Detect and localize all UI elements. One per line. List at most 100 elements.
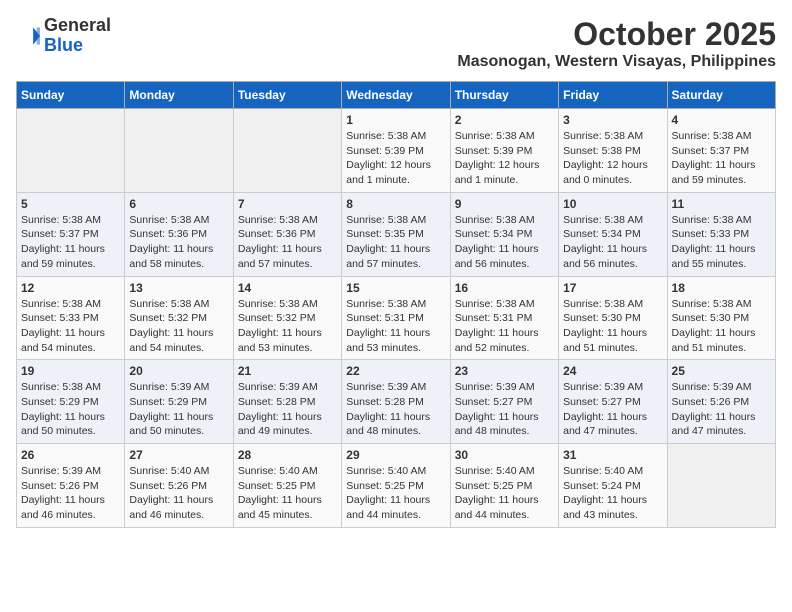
day-number: 9 — [455, 197, 554, 211]
day-number: 18 — [672, 281, 771, 295]
day-info: Sunrise: 5:38 AM Sunset: 5:33 PM Dayligh… — [672, 213, 771, 272]
calendar-cell: 25Sunrise: 5:39 AM Sunset: 5:26 PM Dayli… — [667, 360, 775, 444]
day-info: Sunrise: 5:39 AM Sunset: 5:28 PM Dayligh… — [346, 380, 445, 439]
logo-text: General Blue — [44, 16, 111, 56]
day-number: 19 — [21, 364, 120, 378]
calendar-cell: 15 Sunrise: 5:38 AM Sunset: 5:31 PM Dayli… — [342, 276, 450, 360]
day-info: Sunrise: 5:38 AM Sunset: 5:37 PM Dayligh… — [21, 213, 120, 272]
day-info: Sunrise: 5:38 AM Sunset: 5:39 PM Dayligh… — [346, 129, 445, 188]
day-number: 26 — [21, 448, 120, 462]
day-info: Sunrise: 5:40 AM Sunset: 5:25 PM Dayligh… — [238, 464, 337, 523]
day-number: 23 — [455, 364, 554, 378]
day-info: Sunrise: 5:38 AM Sunset: 5:36 PM Dayligh… — [238, 213, 337, 272]
day-info: Sunrise: 5:38 AM Sunset: 5:36 PM Dayligh… — [129, 213, 228, 272]
day-info: Sunrise: 5:38 AM Sunset: 5:31 PM Dayligh… — [455, 297, 554, 356]
calendar-week-row: 5 Sunrise: 5:38 AM Sunset: 5:37 PM Daylig… — [17, 192, 776, 276]
calendar-cell: 31 Sunrise: 5:40 AM Sunset: 5:24 PM Dayli… — [559, 444, 667, 528]
weekday-header: Saturday — [667, 82, 775, 109]
calendar-cell: 30Sunrise: 5:40 AM Sunset: 5:25 PM Dayli… — [450, 444, 558, 528]
calendar-cell: 3Sunrise: 5:38 AM Sunset: 5:38 PM Daylig… — [559, 109, 667, 193]
calendar-cell: 24 Sunrise: 5:39 AM Sunset: 5:27 PM Dayli… — [559, 360, 667, 444]
calendar-week-row: 19 Sunrise: 5:38 AM Sunset: 5:29 PM Dayli… — [17, 360, 776, 444]
weekday-header: Friday — [559, 82, 667, 109]
day-info: Sunrise: 5:40 AM Sunset: 5:25 PM Dayligh… — [455, 464, 554, 523]
day-number: 3 — [563, 113, 662, 127]
calendar-cell: 28 Sunrise: 5:40 AM Sunset: 5:25 PM Dayli… — [233, 444, 341, 528]
day-number: 16 — [455, 281, 554, 295]
weekday-header: Wednesday — [342, 82, 450, 109]
calendar-cell — [667, 444, 775, 528]
day-info: Sunrise: 5:40 AM Sunset: 5:26 PM Dayligh… — [129, 464, 228, 523]
weekday-header: Tuesday — [233, 82, 341, 109]
day-info: Sunrise: 5:38 AM Sunset: 5:33 PM Dayligh… — [21, 297, 120, 356]
calendar-cell: 2 Sunrise: 5:38 AM Sunset: 5:39 PM Daylig… — [450, 109, 558, 193]
day-number: 25 — [672, 364, 771, 378]
location-title: Masonogan, Western Visayas, Philippines — [457, 53, 776, 71]
calendar-cell: 29 Sunrise: 5:40 AM Sunset: 5:25 PM Dayli… — [342, 444, 450, 528]
calendar-cell: 18 Sunrise: 5:38 AM Sunset: 5:30 PM Dayli… — [667, 276, 775, 360]
calendar-cell — [125, 109, 233, 193]
day-number: 2 — [455, 113, 554, 127]
calendar-cell: 13 Sunrise: 5:38 AM Sunset: 5:32 PM Dayli… — [125, 276, 233, 360]
day-info: Sunrise: 5:38 AM Sunset: 5:32 PM Dayligh… — [238, 297, 337, 356]
day-number: 24 — [563, 364, 662, 378]
day-info: Sunrise: 5:40 AM Sunset: 5:25 PM Dayligh… — [346, 464, 445, 523]
calendar-week-row: 12 Sunrise: 5:38 AM Sunset: 5:33 PM Dayli… — [17, 276, 776, 360]
calendar-cell: 4Sunrise: 5:38 AM Sunset: 5:37 PM Daylig… — [667, 109, 775, 193]
calendar-table: SundayMondayTuesdayWednesdayThursdayFrid… — [16, 81, 776, 528]
day-number: 6 — [129, 197, 228, 211]
calendar-cell: 11 Sunrise: 5:38 AM Sunset: 5:33 PM Dayli… — [667, 192, 775, 276]
calendar-cell: 12 Sunrise: 5:38 AM Sunset: 5:33 PM Dayli… — [17, 276, 125, 360]
calendar-cell: 10 Sunrise: 5:38 AM Sunset: 5:34 PM Dayli… — [559, 192, 667, 276]
day-info: Sunrise: 5:38 AM Sunset: 5:39 PM Dayligh… — [455, 129, 554, 188]
calendar-cell — [233, 109, 341, 193]
day-info: Sunrise: 5:40 AM Sunset: 5:24 PM Dayligh… — [563, 464, 662, 523]
day-number: 10 — [563, 197, 662, 211]
day-number: 13 — [129, 281, 228, 295]
calendar-cell: 8 Sunrise: 5:38 AM Sunset: 5:35 PM Daylig… — [342, 192, 450, 276]
calendar-cell: 21Sunrise: 5:39 AM Sunset: 5:28 PM Dayli… — [233, 360, 341, 444]
day-info: Sunrise: 5:39 AM Sunset: 5:29 PM Dayligh… — [129, 380, 228, 439]
day-number: 12 — [21, 281, 120, 295]
calendar-week-row: 1Sunrise: 5:38 AM Sunset: 5:39 PM Daylig… — [17, 109, 776, 193]
day-info: Sunrise: 5:38 AM Sunset: 5:37 PM Dayligh… — [672, 129, 771, 188]
day-info: Sunrise: 5:38 AM Sunset: 5:30 PM Dayligh… — [672, 297, 771, 356]
day-number: 8 — [346, 197, 445, 211]
day-info: Sunrise: 5:38 AM Sunset: 5:30 PM Dayligh… — [563, 297, 662, 356]
title-area: October 2025 Masonogan, Western Visayas,… — [457, 16, 776, 71]
day-number: 14 — [238, 281, 337, 295]
weekday-header-row: SundayMondayTuesdayWednesdayThursdayFrid… — [17, 82, 776, 109]
day-number: 11 — [672, 197, 771, 211]
calendar-cell: 7 Sunrise: 5:38 AM Sunset: 5:36 PM Daylig… — [233, 192, 341, 276]
calendar-cell: 17 Sunrise: 5:38 AM Sunset: 5:30 PM Dayli… — [559, 276, 667, 360]
day-number: 7 — [238, 197, 337, 211]
logo: General Blue — [16, 16, 111, 56]
day-number: 17 — [563, 281, 662, 295]
calendar-cell: 16 Sunrise: 5:38 AM Sunset: 5:31 PM Dayli… — [450, 276, 558, 360]
calendar-cell: 19 Sunrise: 5:38 AM Sunset: 5:29 PM Dayli… — [17, 360, 125, 444]
day-info: Sunrise: 5:38 AM Sunset: 5:29 PM Dayligh… — [21, 380, 120, 439]
weekday-header: Thursday — [450, 82, 558, 109]
day-number: 29 — [346, 448, 445, 462]
calendar-cell: 26Sunrise: 5:39 AM Sunset: 5:26 PM Dayli… — [17, 444, 125, 528]
calendar-cell: 20Sunrise: 5:39 AM Sunset: 5:29 PM Dayli… — [125, 360, 233, 444]
day-info: Sunrise: 5:38 AM Sunset: 5:34 PM Dayligh… — [563, 213, 662, 272]
day-number: 5 — [21, 197, 120, 211]
calendar-cell: 14 Sunrise: 5:38 AM Sunset: 5:32 PM Dayli… — [233, 276, 341, 360]
day-info: Sunrise: 5:39 AM Sunset: 5:27 PM Dayligh… — [455, 380, 554, 439]
calendar-cell: 27 Sunrise: 5:40 AM Sunset: 5:26 PM Dayli… — [125, 444, 233, 528]
calendar-cell: 5 Sunrise: 5:38 AM Sunset: 5:37 PM Daylig… — [17, 192, 125, 276]
day-number: 31 — [563, 448, 662, 462]
logo-general: General — [44, 15, 111, 35]
calendar-week-row: 26Sunrise: 5:39 AM Sunset: 5:26 PM Dayli… — [17, 444, 776, 528]
day-number: 15 — [346, 281, 445, 295]
day-info: Sunrise: 5:38 AM Sunset: 5:31 PM Dayligh… — [346, 297, 445, 356]
day-info: Sunrise: 5:39 AM Sunset: 5:27 PM Dayligh… — [563, 380, 662, 439]
day-info: Sunrise: 5:38 AM Sunset: 5:35 PM Dayligh… — [346, 213, 445, 272]
logo-icon — [16, 24, 40, 48]
day-number: 27 — [129, 448, 228, 462]
day-number: 28 — [238, 448, 337, 462]
page-header: General Blue October 2025 Masonogan, Wes… — [16, 16, 776, 71]
day-info: Sunrise: 5:38 AM Sunset: 5:32 PM Dayligh… — [129, 297, 228, 356]
logo-blue: Blue — [44, 35, 83, 55]
